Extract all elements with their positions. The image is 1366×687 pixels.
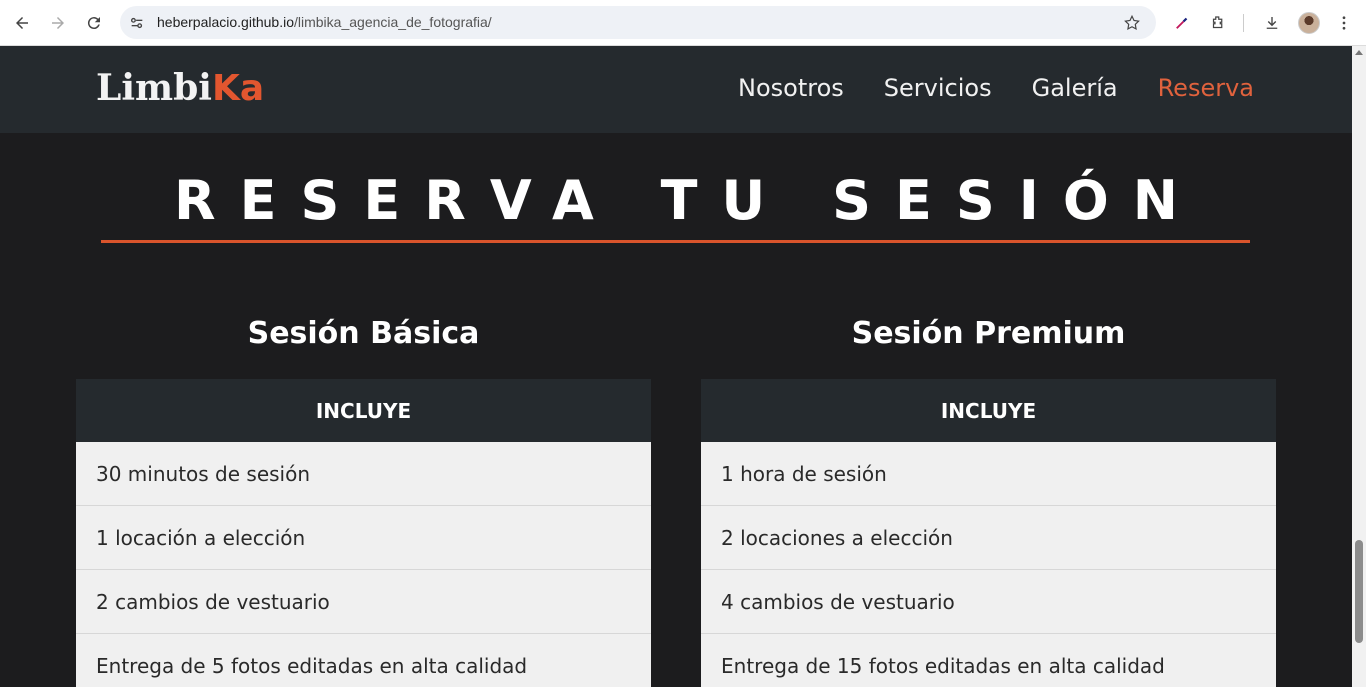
site-settings-icon[interactable] <box>128 14 146 32</box>
plan-table-header: INCLUYE <box>701 379 1276 442</box>
eyedropper-icon[interactable] <box>1170 11 1194 35</box>
browser-toolbar: heberpalacio.github.io/limbika_agencia_d… <box>0 0 1366 46</box>
plan-table: INCLUYE 1 hora de sesión 2 locaciones a … <box>701 379 1276 687</box>
bookmark-star-icon[interactable] <box>1122 13 1142 33</box>
page-scrollbar[interactable] <box>1352 46 1366 687</box>
plan-table: INCLUYE 30 minutos de sesión 1 locación … <box>76 379 651 687</box>
plan-item: 2 locaciones a elección <box>701 506 1276 570</box>
plan-item: 1 hora de sesión <box>701 442 1276 506</box>
site-header: LimbiKa Nosotros Servicios Galería Reser… <box>0 46 1352 133</box>
plan-item: 2 cambios de vestuario <box>76 570 651 634</box>
nav-reserva[interactable]: Reserva <box>1158 74 1254 102</box>
back-icon[interactable] <box>10 11 34 35</box>
plan-name: Sesión Básica <box>247 316 480 351</box>
menu-icon[interactable] <box>1332 11 1356 35</box>
section-title: RESERVA TU SESIÓN <box>174 169 1202 232</box>
scroll-up-arrow-icon[interactable] <box>1355 50 1363 55</box>
scroll-thumb[interactable] <box>1355 540 1363 643</box>
site-nav: Nosotros Servicios Galería Reserva <box>738 74 1254 102</box>
nav-galeria[interactable]: Galería <box>1032 74 1118 102</box>
url-host: heberpalacio.github.io <box>157 14 294 30</box>
site-logo[interactable]: LimbiKa <box>96 67 264 109</box>
forward-icon[interactable] <box>46 11 70 35</box>
plan-item: 1 locación a elección <box>76 506 651 570</box>
nav-nosotros[interactable]: Nosotros <box>738 74 844 102</box>
plan-item: 30 minutos de sesión <box>76 442 651 506</box>
reload-icon[interactable] <box>82 11 106 35</box>
plan-premium: Sesión Premium INCLUYE 1 hora de sesión … <box>701 316 1276 687</box>
extensions-icon[interactable] <box>1206 11 1230 35</box>
logo-main: Limbi <box>96 67 212 109</box>
plan-item: Entrega de 15 fotos editadas en alta cal… <box>701 634 1276 687</box>
plan-item: 4 cambios de vestuario <box>701 570 1276 634</box>
title-underline <box>101 240 1250 243</box>
download-icon[interactable] <box>1260 11 1284 35</box>
reserva-section: RESERVA TU SESIÓN Sesión Básica INCLUYE … <box>0 133 1352 687</box>
logo-accent: Ka <box>211 68 265 109</box>
plan-basica: Sesión Básica INCLUYE 30 minutos de sesi… <box>76 316 651 687</box>
plan-table-header: INCLUYE <box>76 379 651 442</box>
profile-avatar[interactable] <box>1298 12 1320 34</box>
nav-servicios[interactable]: Servicios <box>884 74 992 102</box>
toolbar-separator <box>1243 14 1244 32</box>
url-path: /limbika_agencia_de_fotografia/ <box>294 14 492 30</box>
url-text: heberpalacio.github.io/limbika_agencia_d… <box>157 14 492 30</box>
plan-name: Sesión Premium <box>851 316 1126 351</box>
address-bar[interactable]: heberpalacio.github.io/limbika_agencia_d… <box>120 6 1156 39</box>
plan-item: Entrega de 5 fotos editadas en alta cali… <box>76 634 651 687</box>
